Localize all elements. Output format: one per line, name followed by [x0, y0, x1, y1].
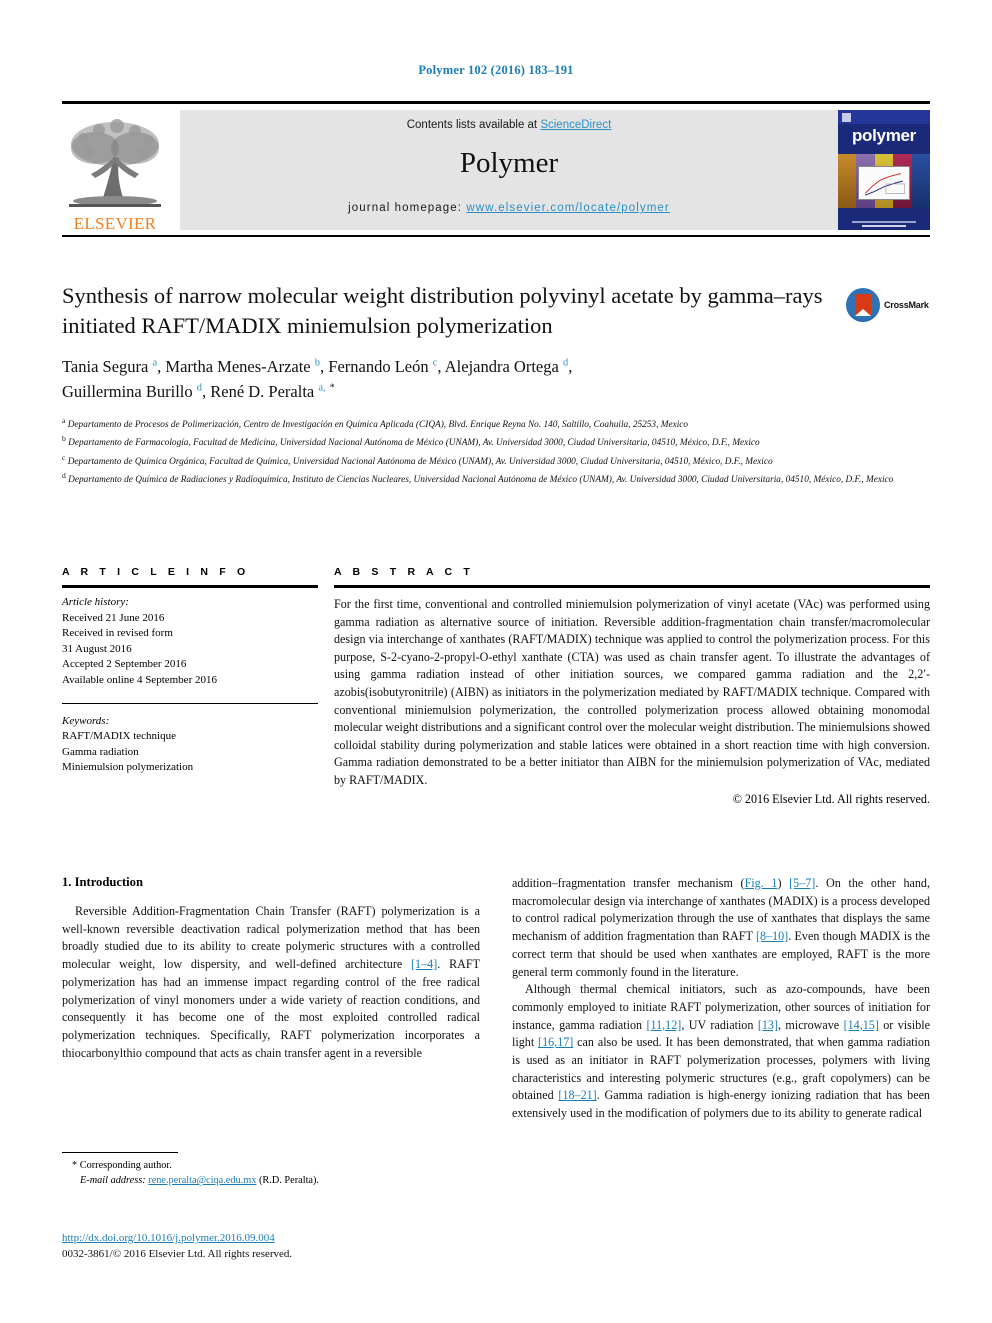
keyword-0: RAFT/MADIX technique: [62, 730, 176, 743]
body-column-left: 1. Introduction Reversible Addition-Frag…: [62, 875, 480, 1062]
doi-link[interactable]: http://dx.doi.org/10.1016/j.polymer.2016…: [62, 1232, 275, 1244]
author-line-2: Guillermina Burillo d, René D. Peralta a…: [62, 381, 335, 401]
sciencedirect-link[interactable]: ScienceDirect: [540, 119, 611, 131]
abstract-copyright: © 2016 Elsevier Ltd. All rights reserved…: [732, 791, 930, 806]
issn-copyright-line: 0032-3861/© 2016 Elsevier Ltd. All right…: [62, 1247, 293, 1260]
email-label: E-mail address:: [80, 1175, 146, 1187]
footnote-rule: [62, 1152, 178, 1153]
citation-13[interactable]: [13]: [758, 1018, 778, 1032]
affiliation-c: c Departamento de Química Orgánica, Facu…: [62, 452, 773, 467]
contents-line: Contents lists available at ScienceDirec…: [407, 119, 612, 131]
introduction-heading: 1. Introduction: [62, 875, 143, 889]
footnote-block: * Corresponding author. E-mail address: …: [62, 1152, 480, 1189]
keywords: Keywords: RAFT/MADIX technique Gamma rad…: [62, 714, 318, 776]
article-history: Article history: Received 21 June 2016 R…: [62, 595, 318, 689]
abstract-text: For the first time, conventional and con…: [334, 597, 930, 787]
contents-prefix: Contents lists available at: [406, 119, 541, 131]
citation-14-15[interactable]: [14,15]: [844, 1018, 879, 1032]
affiliation-b: b Departamento de Farmacología, Facultad…: [62, 434, 760, 449]
crossmark-icon: [846, 288, 880, 322]
author-line-1: Tania Segura a, Martha Menes-Arzate b, F…: [62, 356, 573, 376]
history-item-1: Received in revised form: [62, 627, 173, 640]
cover-top-band: [838, 110, 930, 124]
affiliation-list: a Departamento de Procesos de Polimeriza…: [62, 415, 924, 488]
intro-right-text-7: , microwave: [777, 1017, 844, 1032]
history-item-0: Received 21 June 2016: [62, 611, 165, 624]
journal-cover-thumbnail: polymer: [838, 110, 930, 230]
masthead-bottom-rule: [62, 235, 930, 237]
crossmark-label: CrossMark: [884, 300, 929, 310]
citation-5-7[interactable]: [5–7]: [789, 876, 815, 890]
intro-right-text-2: ): [777, 876, 790, 890]
abstract-content: For the first time, conventional and con…: [334, 588, 930, 807]
cover-inset-figure: [858, 166, 910, 200]
keywords-rule: [62, 702, 318, 704]
crossmark-badge[interactable]: CrossMark: [846, 283, 930, 327]
history-item-2: 31 August 2016: [62, 642, 132, 655]
journal-homepage-link[interactable]: www.elsevier.com/locate/polymer: [466, 202, 669, 214]
intro-left-text-2: . RAFT polymerization has had an immense…: [62, 957, 480, 1060]
intro-right-p1: addition–fragmentation transfer mechanis…: [512, 875, 930, 981]
citation-18-21[interactable]: [18–21]: [558, 1088, 596, 1102]
doi-block: http://dx.doi.org/10.1016/j.polymer.2016…: [62, 1228, 522, 1263]
cover-title: polymer: [851, 126, 917, 145]
elsevier-tree-icon: [65, 118, 165, 214]
info-heading-row: A R T I C L E I N F O A B S T R A C T: [62, 566, 930, 585]
homepage-prefix: journal homepage:: [348, 202, 467, 214]
email-suffix: (R.D. Peralta).: [258, 1175, 319, 1187]
keyword-1: Gamma radiation: [62, 745, 139, 758]
cover-foot-line-1: [852, 221, 916, 223]
history-item-4: Available online 4 September 2016: [62, 674, 217, 687]
article-info-heading: A R T I C L E I N F O: [62, 566, 250, 578]
figure-1-link[interactable]: Fig. 1: [745, 876, 778, 890]
keyword-2: Miniemulsion polymerization: [62, 761, 194, 774]
citation-8-10[interactable]: [8–10]: [756, 929, 788, 943]
email-line: E-mail address: rene.peralta@ciqa.edu.mx…: [62, 1173, 480, 1188]
cover-logo-square: [842, 113, 851, 122]
abstract-heading-col: A B S T R A C T: [334, 566, 930, 585]
keywords-label: Keywords:: [62, 714, 110, 727]
journal-title: Polymer: [459, 147, 559, 179]
citation-16-17[interactable]: [16,17]: [538, 1035, 573, 1049]
citation-11-12[interactable]: [11,12]: [646, 1018, 681, 1032]
keywords-rule-wrap: [62, 702, 318, 704]
author-list: Tania Segura a, Martha Menes-Arzate b, F…: [62, 355, 892, 405]
elsevier-logo: ELSEVIER: [62, 110, 168, 232]
introduction-right-paragraphs: addition–fragmentation transfer mechanis…: [512, 875, 930, 1123]
article-title: Synthesis of narrow molecular weight dis…: [62, 283, 823, 338]
article-info-heading-col: A R T I C L E I N F O: [62, 566, 334, 585]
masthead-banner: Contents lists available at ScienceDirec…: [180, 110, 838, 230]
masthead-top-rule: [62, 101, 930, 104]
article-history-label: Article history:: [62, 596, 129, 608]
abstract-heading: A B S T R A C T: [334, 566, 474, 578]
intro-right-p2: Although thermal chemical initiators, su…: [512, 981, 930, 1123]
info-content-row: Article history: Received 21 June 2016 R…: [62, 588, 930, 807]
journal-homepage-line: journal homepage: www.elsevier.com/locat…: [348, 202, 670, 214]
body-column-right: addition–fragmentation transfer mechanis…: [512, 875, 930, 1123]
affiliation-d: d Departamento de Química de Radiaciones…: [62, 470, 894, 485]
elsevier-wordmark: ELSEVIER: [73, 214, 157, 233]
intro-right-text-6: , UV radiation: [681, 1017, 758, 1032]
running-head: Polymer 102 (2016) 183–191: [418, 63, 574, 77]
history-item-3: Accepted 2 September 2016: [62, 658, 187, 671]
journal-masthead: ELSEVIER Contents lists available at Sci…: [62, 101, 930, 237]
info-abstract-block: A R T I C L E I N F O A B S T R A C T Ar…: [62, 566, 930, 807]
citation-1-4[interactable]: [1–4]: [411, 957, 437, 971]
paper-page: Polymer 102 (2016) 183–191 ELSEVIER Cont…: [0, 0, 992, 1323]
article-info-content: Article history: Received 21 June 2016 R…: [62, 588, 334, 807]
introduction-paragraph-left: Reversible Addition-Fragmentation Chain …: [62, 903, 480, 1062]
affiliation-a: a Departamento de Procesos de Polimeriza…: [62, 416, 689, 431]
corresponding-author-line: * Corresponding author.: [72, 1160, 172, 1171]
corresponding-author-note: * Corresponding author. E-mail address: …: [62, 1158, 480, 1189]
intro-right-text-1: addition–fragmentation transfer mechanis…: [512, 876, 745, 890]
email-link[interactable]: rene.peralta@ciqa.edu.mx: [148, 1175, 256, 1186]
cover-foot-line-2: [862, 225, 906, 227]
title-block: Synthesis of narrow molecular weight dis…: [62, 281, 930, 488]
